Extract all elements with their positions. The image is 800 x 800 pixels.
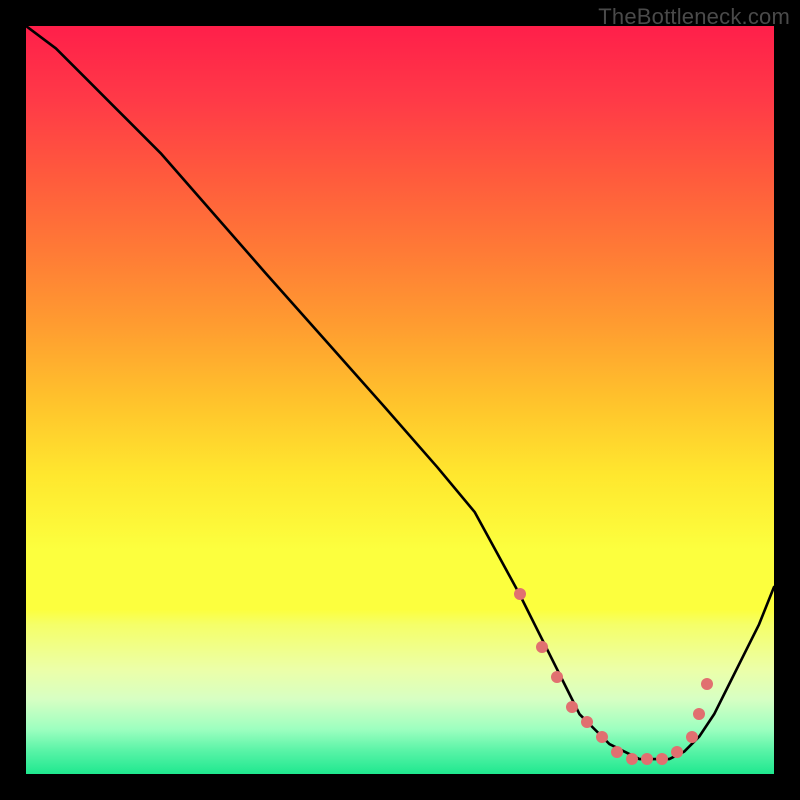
highlight-marker bbox=[611, 746, 623, 758]
highlight-marker bbox=[536, 641, 548, 653]
highlight-marker bbox=[671, 746, 683, 758]
highlight-marker bbox=[514, 588, 526, 600]
highlight-marker bbox=[701, 678, 713, 690]
highlight-marker bbox=[626, 753, 638, 765]
plot-area bbox=[26, 26, 774, 774]
highlight-marker bbox=[641, 753, 653, 765]
highlight-marker bbox=[551, 671, 563, 683]
watermark-text: TheBottleneck.com bbox=[598, 4, 790, 30]
highlight-marker bbox=[693, 708, 705, 720]
highlight-markers bbox=[26, 26, 774, 774]
highlight-marker bbox=[656, 753, 668, 765]
highlight-marker bbox=[686, 731, 698, 743]
highlight-marker bbox=[596, 731, 608, 743]
highlight-marker bbox=[566, 701, 578, 713]
chart-frame: TheBottleneck.com bbox=[0, 0, 800, 800]
highlight-marker bbox=[581, 716, 593, 728]
